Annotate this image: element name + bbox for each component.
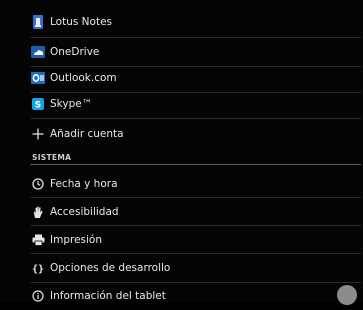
hand-icon [31,205,45,219]
system-item-printing[interactable]: Impresión [0,226,363,254]
scroll-handle[interactable] [337,285,357,305]
system-item-label: Fecha y hora [50,178,118,190]
system-item-label: Accesibilidad [50,206,119,218]
svg-text:{}: {} [32,264,44,274]
account-item-label: OneDrive [50,46,100,58]
system-item-label: Opciones de desarrollo [50,262,171,274]
account-item-skype[interactable]: S Skype™ [0,90,363,118]
system-item-accessibility[interactable]: Accesibilidad [0,198,363,226]
add-account-button[interactable]: Añadir cuenta [0,120,363,148]
settings-screen: Lotus Notes OneDrive Outlook.com S Skype… [0,0,363,305]
onedrive-icon [31,45,45,59]
outlook-icon [31,71,45,85]
section-header-system: SISTEMA [32,153,72,162]
account-item-label: Outlook.com [50,72,117,84]
add-account-label: Añadir cuenta [50,128,124,140]
system-item-developer-options[interactable]: {} Opciones de desarrollo [0,254,363,282]
account-item-lotus-notes[interactable]: Lotus Notes [0,8,363,36]
skype-icon: S [31,97,45,111]
account-item-label: Skype™ [50,98,93,110]
account-item-label: Lotus Notes [50,16,112,28]
system-item-label: Información del tablet [50,290,166,302]
plus-icon [31,127,45,141]
clock-icon [31,177,45,191]
lotus-notes-icon [31,15,45,29]
braces-icon: {} [31,261,45,275]
svg-text:S: S [35,101,41,111]
system-item-label: Impresión [50,234,103,246]
section-divider [30,164,361,165]
account-item-onedrive[interactable]: OneDrive [0,38,363,66]
printer-icon [31,233,45,247]
divider [31,118,361,119]
system-item-about-tablet[interactable]: Información del tablet [0,282,363,310]
system-item-date-time[interactable]: Fecha y hora [0,170,363,198]
account-item-outlook[interactable]: Outlook.com [0,64,363,92]
